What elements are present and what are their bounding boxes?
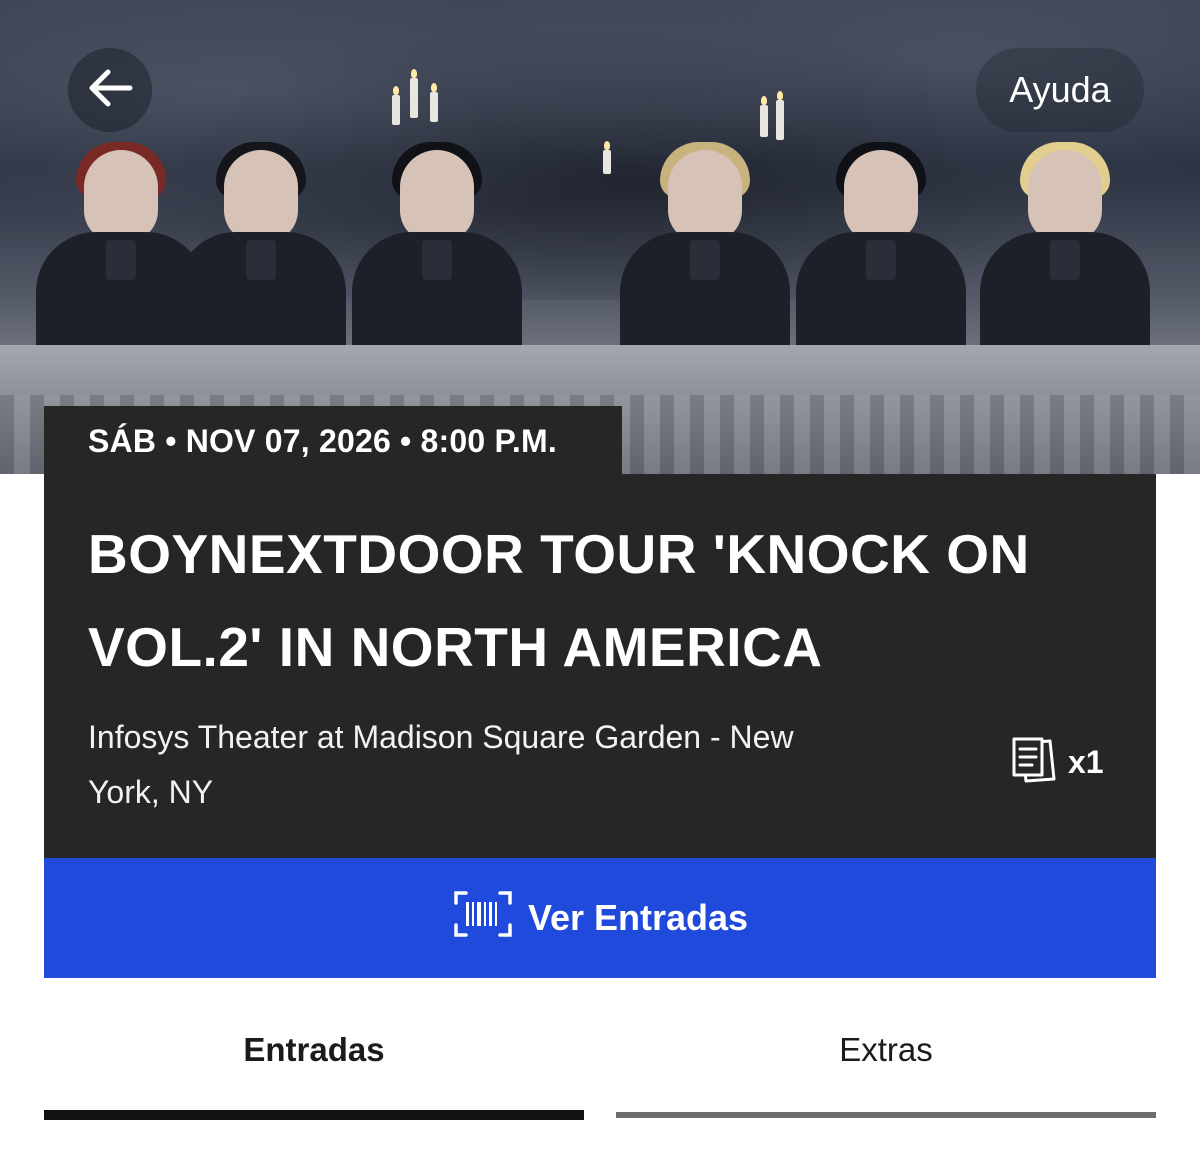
ticket-quantity: x1: [1068, 743, 1104, 780]
tab-extras[interactable]: Extras: [616, 1010, 1156, 1090]
event-title-line: BOYNEXTDOOR TOUR 'KNOCK ON: [88, 523, 1030, 585]
arrow-left-icon: [86, 68, 134, 113]
candle: [392, 86, 400, 125]
back-button[interactable]: [68, 48, 152, 132]
barcode-scan-icon: [452, 889, 514, 948]
view-tickets-button[interactable]: Ver Entradas: [44, 858, 1156, 978]
candle: [603, 141, 611, 174]
tab-extras-indicator: [616, 1112, 1156, 1118]
view-tickets-label: Ver Entradas: [527, 897, 749, 938]
ticket-count: x1: [1010, 737, 1104, 786]
event-date-text: SÁB • NOV 07, 2026 • 8:00 P.M.: [88, 422, 557, 459]
candle: [430, 83, 438, 122]
candle: [776, 91, 784, 140]
candle: [760, 96, 768, 137]
event-title-line: VOL.2' IN NORTH AMERICA: [88, 616, 823, 678]
event-venue-line: York, NY: [88, 774, 214, 810]
tickets-icon: [1010, 735, 1058, 790]
event-venue-line: Infosys Theater at Madison Square Garden…: [88, 719, 794, 755]
event-card: BOYNEXTDOOR TOUR 'KNOCK ON VOL.2' IN NOR…: [44, 474, 1156, 858]
event-date: SÁB • NOV 07, 2026 • 8:00 P.M.: [44, 406, 622, 476]
tab-entradas-indicator: [44, 1110, 584, 1120]
help-button[interactable]: Ayuda: [976, 48, 1144, 132]
candle: [410, 69, 418, 118]
tab-entradas[interactable]: Entradas: [44, 1010, 584, 1090]
event-title: BOYNEXTDOOR TOUR 'KNOCK ON VOL.2' IN NOR…: [88, 508, 1088, 694]
event-venue: Infosys Theater at Madison Square Garden…: [88, 710, 888, 820]
